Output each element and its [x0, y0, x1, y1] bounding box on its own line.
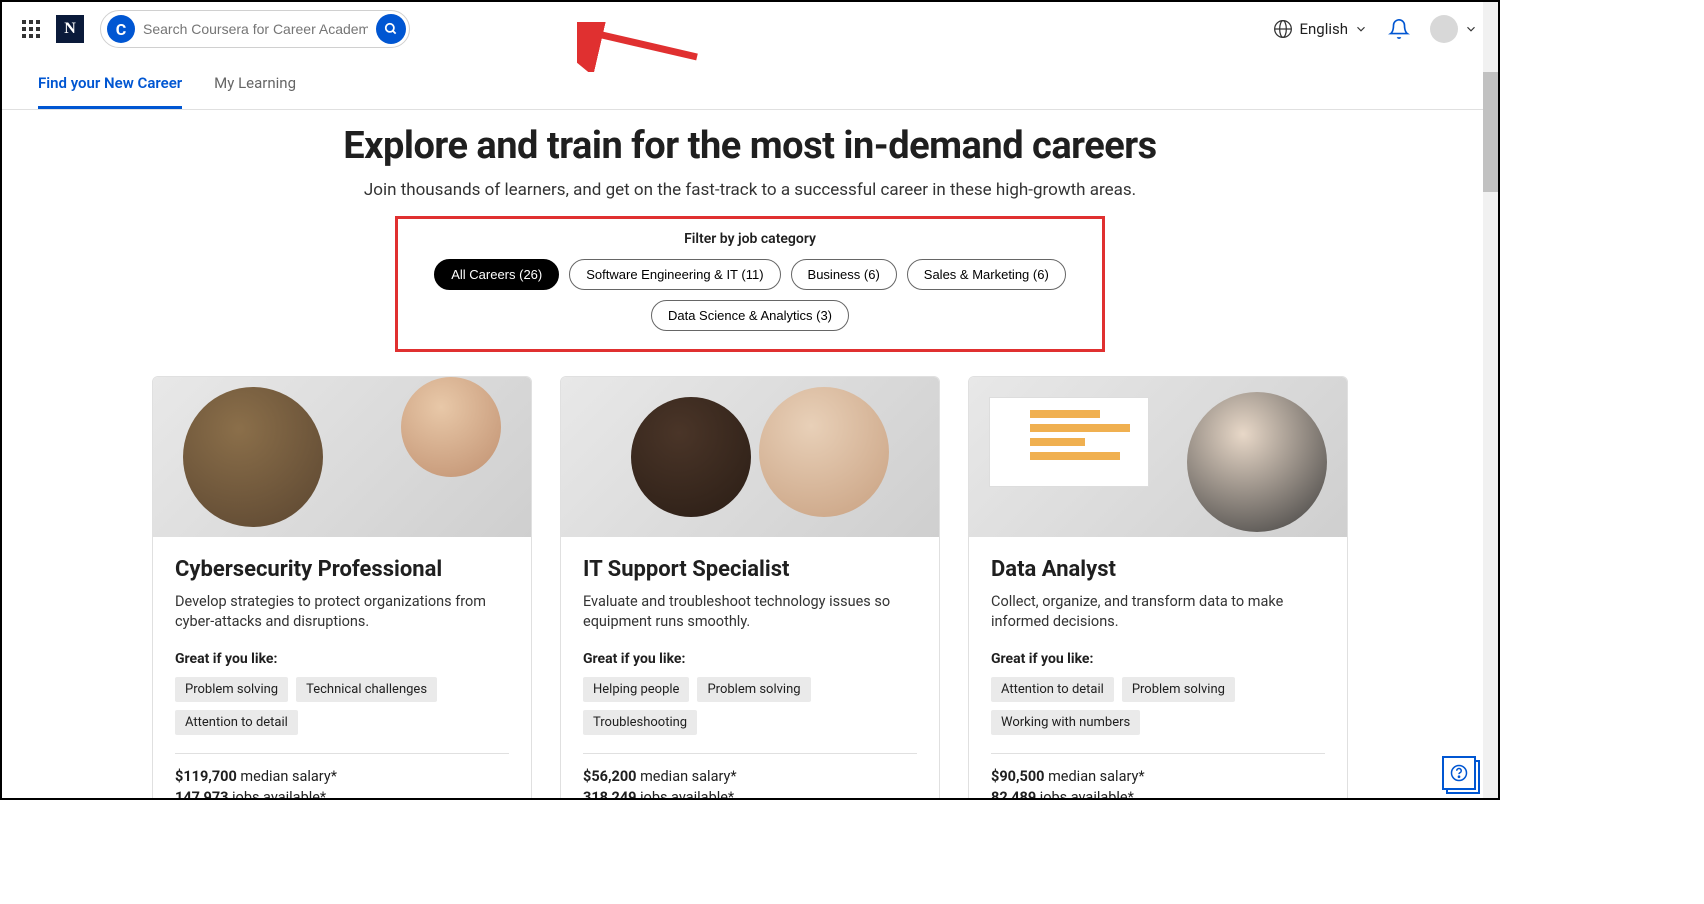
filter-label: Filter by job category	[410, 231, 1090, 247]
great-if-label: Great if you like:	[175, 651, 509, 667]
chevron-down-icon	[1464, 22, 1478, 36]
search-container: C	[100, 10, 410, 48]
career-cards: Cybersecurity Professional Develop strat…	[2, 376, 1498, 800]
skill-tag: Working with numbers	[991, 710, 1140, 735]
card-description: Collect, organize, and transform data to…	[991, 592, 1325, 633]
card-title: Data Analyst	[991, 557, 1325, 582]
help-icon	[1450, 764, 1468, 782]
skill-tag: Problem solving	[697, 677, 810, 702]
skill-tags: Problem solving Technical challenges Atten…	[175, 677, 509, 735]
filter-section: Filter by job category All Careers (26) …	[395, 216, 1105, 352]
page-title: Explore and train for the most in-demand…	[2, 124, 1498, 168]
filter-pill-business[interactable]: Business (6)	[791, 259, 897, 290]
skill-tag: Problem solving	[1122, 677, 1235, 702]
jobs-stat: 82,489 jobs available*	[991, 789, 1325, 800]
header: N C English	[2, 2, 1498, 56]
page-subtitle: Join thousands of learners, and get on t…	[2, 180, 1498, 200]
card-image	[153, 377, 531, 537]
filter-pills: All Careers (26) Software Engineering & …	[410, 259, 1090, 331]
career-card[interactable]: IT Support Specialist Evaluate and troub…	[560, 376, 940, 800]
card-image	[969, 377, 1347, 537]
apps-grid-icon[interactable]	[22, 20, 40, 38]
skill-tag: Helping people	[583, 677, 689, 702]
skill-tags: Attention to detail Problem solving Workin…	[991, 677, 1325, 735]
tab-my-learning[interactable]: My Learning	[214, 64, 296, 109]
salary-stat: $56,200 median salary*	[583, 768, 917, 785]
filter-pill-sales[interactable]: Sales & Marketing (6)	[907, 259, 1066, 290]
language-label: English	[1299, 20, 1348, 38]
career-card[interactable]: Cybersecurity Professional Develop strat…	[152, 376, 532, 800]
great-if-label: Great if you like:	[991, 651, 1325, 667]
search-button[interactable]	[376, 14, 406, 44]
avatar	[1430, 15, 1458, 43]
institution-logo[interactable]: N	[56, 15, 84, 43]
skill-tag: Problem solving	[175, 677, 288, 702]
skill-tag: Attention to detail	[175, 710, 298, 735]
salary-stat: $119,700 median salary*	[175, 768, 509, 785]
scrollbar-track[interactable]	[1483, 2, 1498, 798]
main-tabs: Find your New Career My Learning	[2, 64, 1498, 110]
filter-pill-software[interactable]: Software Engineering & IT (11)	[569, 259, 780, 290]
skill-tag: Technical challenges	[296, 677, 437, 702]
search-input[interactable]	[135, 17, 376, 41]
search-icon	[384, 22, 398, 36]
jobs-stat: 318,249 jobs available*	[583, 789, 917, 800]
help-button[interactable]	[1442, 756, 1476, 790]
card-description: Evaluate and troubleshoot technology iss…	[583, 592, 917, 633]
great-if-label: Great if you like:	[583, 651, 917, 667]
career-card[interactable]: Data Analyst Collect, organize, and tran…	[968, 376, 1348, 800]
filter-pill-data[interactable]: Data Science & Analytics (3)	[651, 300, 849, 331]
scrollbar-thumb[interactable]	[1483, 72, 1498, 192]
card-title: Cybersecurity Professional	[175, 557, 509, 582]
salary-stat: $90,500 median salary*	[991, 768, 1325, 785]
user-menu[interactable]	[1430, 15, 1478, 43]
filter-pill-all[interactable]: All Careers (26)	[434, 259, 559, 290]
coursera-logo-icon: C	[107, 15, 135, 43]
notifications-icon[interactable]	[1388, 18, 1410, 40]
skill-tags: Helping people Problem solvingTroubleshoo…	[583, 677, 917, 735]
skill-tag: Attention to detail	[991, 677, 1114, 702]
jobs-stat: 147,973 jobs available*	[175, 789, 509, 800]
card-description: Develop strategies to protect organizati…	[175, 592, 509, 633]
language-selector[interactable]: English	[1273, 19, 1368, 39]
skill-tag: Troubleshooting	[583, 710, 697, 735]
card-title: IT Support Specialist	[583, 557, 917, 582]
chevron-down-icon	[1354, 22, 1368, 36]
card-image	[561, 377, 939, 537]
tab-find-career[interactable]: Find your New Career	[38, 64, 182, 109]
globe-icon	[1273, 19, 1293, 39]
